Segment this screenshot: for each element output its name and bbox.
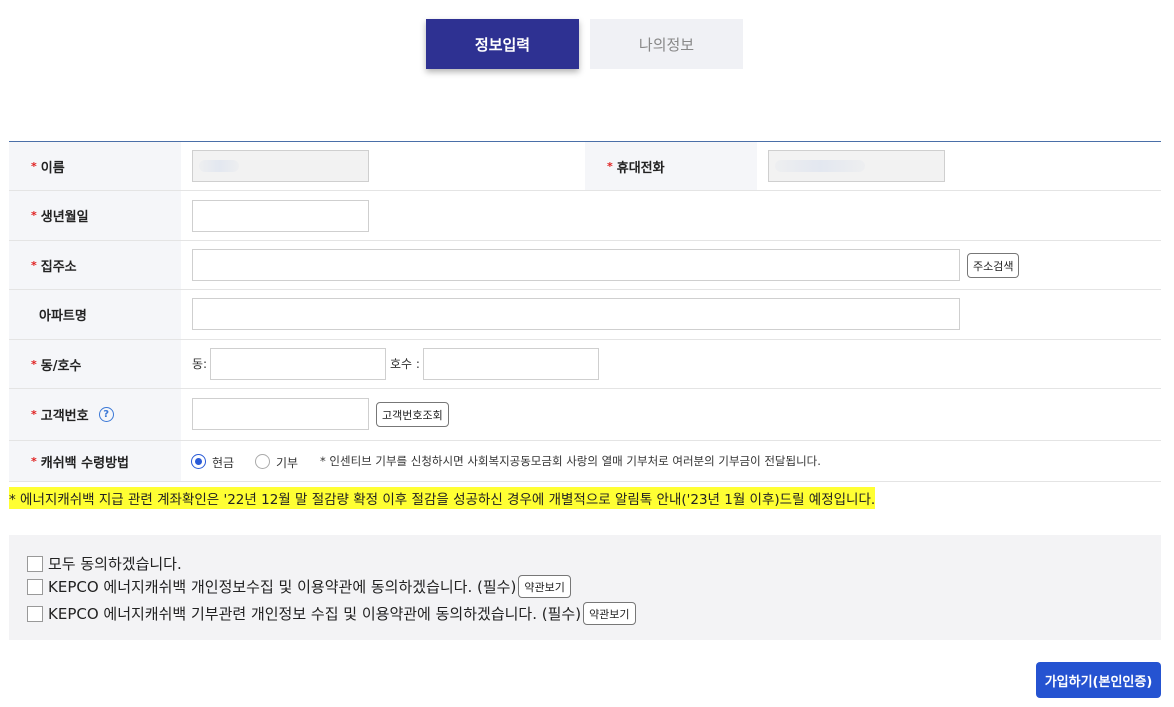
view-terms-button[interactable]: 약관보기 bbox=[583, 602, 636, 625]
signup-form: * 이름 * 휴대전화 * 생년월일 * 집주소 주소검색 아파트명 * 동/호수 동: … bbox=[9, 141, 1161, 482]
address-search-button[interactable]: 주소검색 bbox=[967, 253, 1020, 278]
address-field[interactable] bbox=[192, 249, 960, 281]
tab-info-input[interactable]: 정보입력 bbox=[426, 19, 579, 69]
ho-label: 호수 : bbox=[390, 357, 420, 371]
phone-label: * 휴대전화 bbox=[585, 142, 757, 190]
agree-donation-checkbox[interactable] bbox=[27, 605, 43, 622]
birth-field[interactable] bbox=[192, 200, 369, 232]
birth-label-text: 생년월일 bbox=[40, 210, 89, 225]
view-terms-button[interactable]: 약관보기 bbox=[518, 575, 571, 598]
option-cash-label: 현금 bbox=[212, 456, 235, 470]
cashback-label: * 캐쉬백 수령방법 bbox=[9, 441, 181, 481]
row-birth: * 생년월일 bbox=[9, 191, 1161, 241]
agree-all-checkbox[interactable] bbox=[27, 555, 43, 572]
row-name-phone: * 이름 * 휴대전화 bbox=[9, 142, 1161, 191]
row-address: * 집주소 주소검색 bbox=[9, 241, 1161, 290]
signup-submit-button[interactable]: 가입하기(본인인증) bbox=[1036, 662, 1161, 698]
name-field[interactable] bbox=[192, 150, 369, 182]
name-label-text: 이름 bbox=[40, 160, 65, 176]
agree-donation-row: KEPCO 에너지캐쉬백 기부관련 개인정보 수집 및 이용약관에 동의하겠습니… bbox=[27, 602, 636, 625]
unit-label-text: 동/호수 bbox=[40, 358, 82, 374]
help-icon[interactable]: ? bbox=[98, 407, 114, 422]
required-mark: * bbox=[31, 454, 37, 468]
row-unit: * 동/호수 동: 호수 : bbox=[9, 340, 1161, 389]
agree-donation-label: KEPCO 에너지캐쉬백 기부관련 개인정보 수집 및 이용약관에 동의하겠습니… bbox=[48, 605, 582, 623]
required-mark: * bbox=[31, 408, 37, 421]
ho-field[interactable] bbox=[423, 348, 599, 380]
radio-cash[interactable] bbox=[191, 454, 206, 469]
agree-all-label: 모두 동의하겠습니다. bbox=[48, 555, 182, 573]
cashback-note: * 인센티브 기부를 신청하시면 사회복지공동모금회 사랑의 열매 기부처로 여… bbox=[320, 454, 821, 468]
required-mark: * bbox=[31, 159, 37, 173]
row-customer-no: * 고객번호? 고객번호조회 bbox=[9, 389, 1161, 441]
apt-field[interactable] bbox=[192, 298, 960, 330]
dong-field[interactable] bbox=[210, 348, 386, 380]
phone-label-text: 휴대전화 bbox=[616, 160, 665, 176]
agree-all-row: 모두 동의하겠습니다. bbox=[27, 553, 182, 574]
customer-no-label-text: 고객번호 bbox=[40, 409, 89, 424]
customer-no-lookup-button[interactable]: 고객번호조회 bbox=[376, 402, 449, 427]
address-label-text: 집주소 bbox=[40, 259, 77, 275]
required-mark: * bbox=[607, 159, 613, 173]
cashback-label-text: 캐쉬백 수령방법 bbox=[40, 455, 130, 471]
required-mark: * bbox=[31, 357, 37, 371]
row-apartment: 아파트명 bbox=[9, 290, 1161, 340]
apt-label: 아파트명 bbox=[9, 290, 181, 339]
required-mark: * bbox=[31, 209, 37, 222]
birth-label: * 생년월일 bbox=[9, 191, 181, 240]
apt-label-text: 아파트명 bbox=[39, 309, 87, 324]
phone-field[interactable] bbox=[768, 150, 945, 182]
agreement-box: 모두 동의하겠습니다. KEPCO 에너지캐쉬백 개인정보수집 및 이용약관에 … bbox=[9, 535, 1161, 640]
required-mark: * bbox=[31, 258, 37, 272]
row-cashback-method: * 캐쉬백 수령방법 현금 기부 * 인센티브 기부를 신청하시면 사회복지공동모… bbox=[9, 441, 1161, 482]
address-label: * 집주소 bbox=[9, 241, 181, 289]
radio-donate[interactable] bbox=[255, 454, 270, 469]
unit-label: * 동/호수 bbox=[9, 340, 181, 388]
option-donate-label: 기부 bbox=[276, 456, 299, 470]
agree-privacy-row: KEPCO 에너지캐쉬백 개인정보수집 및 이용약관에 동의하겠습니다. (필수… bbox=[27, 575, 571, 598]
agree-privacy-label: KEPCO 에너지캐쉬백 개인정보수집 및 이용약관에 동의하겠습니다. (필수… bbox=[48, 578, 517, 596]
customer-no-field[interactable] bbox=[192, 398, 369, 430]
dong-label: 동: bbox=[192, 357, 208, 371]
name-label: * 이름 bbox=[9, 142, 181, 190]
account-notice: * 에너지캐쉬백 지급 관련 계좌확인은 '22년 12월 말 절감량 확정 이… bbox=[9, 487, 876, 509]
tab-my-info[interactable]: 나의정보 bbox=[590, 19, 743, 69]
customer-no-label: * 고객번호? bbox=[9, 389, 181, 440]
agree-privacy-checkbox[interactable] bbox=[27, 578, 43, 595]
